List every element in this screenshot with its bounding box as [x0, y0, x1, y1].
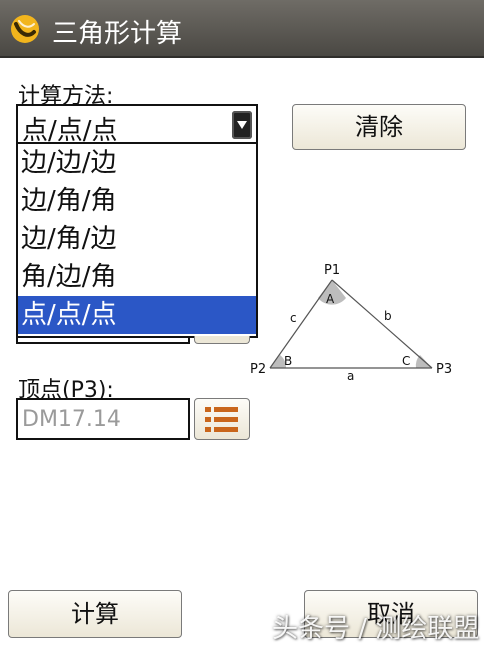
calculate-button[interactable]: 计算: [8, 590, 182, 638]
dropdown-option-sas[interactable]: 边/角/边: [18, 220, 256, 258]
side-b-line: [331, 279, 433, 369]
side-a-label: a: [347, 369, 354, 382]
angle-c-label: C: [402, 354, 410, 368]
hidden-point-field-edge: [16, 336, 190, 344]
method-dropdown-list[interactable]: 边/边/边 边/角/角 边/角/边 角/边/角 点/点/点: [16, 144, 258, 338]
side-c-line: [269, 279, 333, 369]
app-logo-icon: [11, 15, 39, 43]
vertex-field[interactable]: [16, 398, 190, 440]
hidden-list-button-edge: [194, 336, 250, 344]
title-bar: 三角形计算: [0, 0, 484, 58]
p2-label: P2: [250, 362, 266, 377]
clear-button[interactable]: 清除: [292, 104, 466, 150]
window-title: 三角形计算: [52, 19, 183, 49]
list-icon: [205, 407, 238, 432]
dropdown-option-ppp[interactable]: 点/点/点: [18, 296, 256, 334]
dropdown-arrow-icon[interactable]: [232, 111, 252, 139]
dropdown-option-sss[interactable]: 边/边/边: [18, 144, 256, 182]
side-c-label: c: [290, 311, 297, 325]
p3-label: P3: [436, 362, 452, 377]
cancel-button[interactable]: 取消: [304, 590, 478, 638]
triangle-diagram: P1 A P2 B C P3 c b a: [250, 263, 452, 382]
vertex-input[interactable]: [20, 402, 188, 436]
dropdown-option-saa[interactable]: 边/角/角: [18, 182, 256, 220]
method-selected-value: 点/点/点: [22, 116, 118, 146]
p1-label: P1: [324, 263, 340, 278]
side-b-label: b: [384, 309, 392, 323]
method-select[interactable]: 点/点/点: [16, 104, 258, 146]
point-list-button[interactable]: [194, 398, 250, 440]
dropdown-option-asa[interactable]: 角/边/角: [18, 258, 256, 296]
angle-a-label: A: [326, 292, 335, 306]
angle-b-label: B: [284, 354, 292, 368]
